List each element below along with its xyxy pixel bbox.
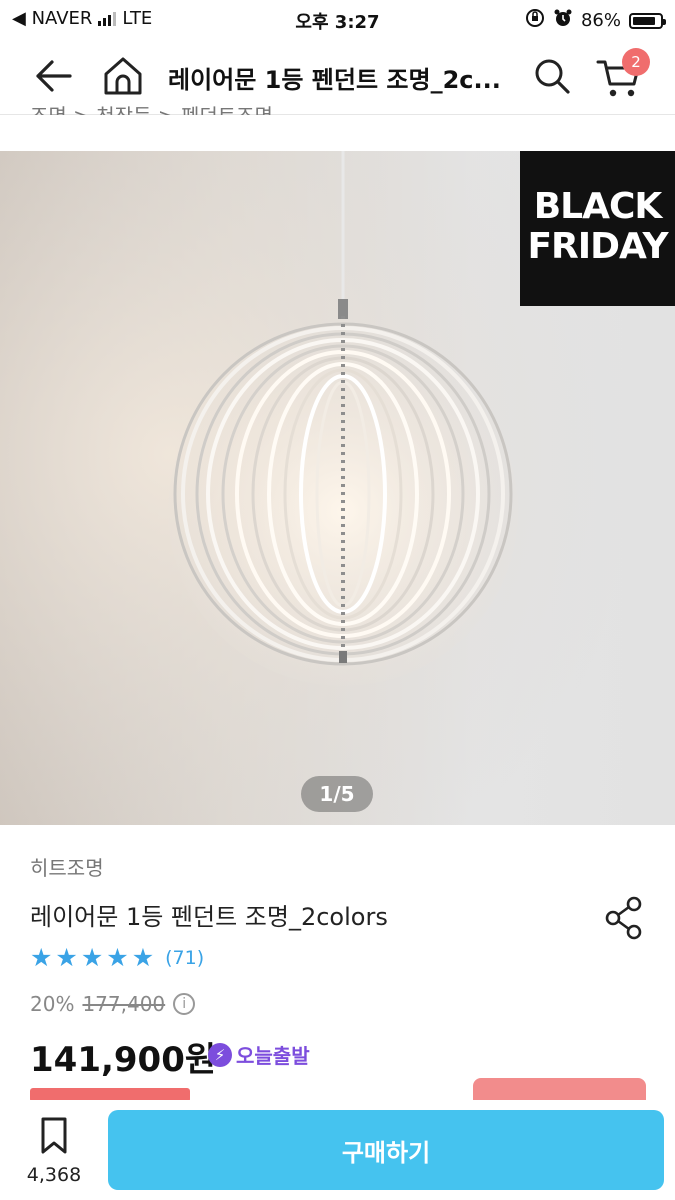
badge-line-1: BLACK (533, 186, 663, 227)
breadcrumb-mask (0, 115, 675, 151)
battery-icon (629, 12, 666, 29)
today-shipping-label: 오늘출발 (236, 1044, 310, 1068)
badge-line-2: FRIDAY (527, 226, 668, 267)
share-icon[interactable] (604, 896, 646, 940)
cart-count-badge: 2 (622, 48, 650, 76)
bookmark-icon (41, 1117, 67, 1154)
page-title: 레이어문 1등 펜던트 조명_2c... (168, 66, 501, 94)
bookmark-button[interactable]: 4,368 (20, 1114, 88, 1190)
original-price: 177,400 (82, 992, 166, 1016)
discount-line: 20% 177,400 i (30, 992, 196, 1016)
back-arrow-icon[interactable] (30, 56, 78, 96)
lightning-icon: ⚡ (208, 1042, 232, 1067)
rating[interactable]: ★ ★ ★ ★ ★ (71) (30, 945, 204, 971)
alarm-icon (553, 8, 573, 33)
product-image-carousel[interactable]: BLACK FRIDAY 1/5 (0, 151, 675, 825)
coupon-price-peek (30, 1086, 200, 1100)
info-icon[interactable]: i (173, 993, 196, 1015)
star-icon: ★ (106, 943, 129, 972)
product-name: 레이어문 1등 펜던트 조명_2colors (30, 903, 388, 931)
review-count[interactable]: (71) (165, 947, 204, 969)
home-icon[interactable] (100, 54, 146, 98)
brand-name[interactable]: 히트조명 (30, 852, 104, 881)
rotation-lock-icon (525, 8, 545, 33)
sale-price: 141,900원 (30, 1040, 217, 1080)
image-pager: 1/5 (301, 776, 373, 812)
star-icon: ★ (55, 943, 78, 972)
discount-rate: 20% (30, 992, 75, 1016)
status-bar: ◀ NAVER LTE 오후 3:27 86% (0, 0, 675, 38)
star-icon: ★ (30, 943, 53, 972)
buy-button[interactable]: 구매하기 (108, 1110, 664, 1190)
coupon-button-peek[interactable] (473, 1078, 646, 1102)
search-icon[interactable] (530, 54, 574, 98)
bookmark-count: 4,368 (26, 1164, 82, 1186)
black-friday-badge: BLACK FRIDAY (520, 151, 675, 306)
star-icon: ★ (131, 943, 155, 972)
bottom-bar: 4,368 구매하기 (0, 1100, 675, 1200)
today-shipping-tag: ⚡ 오늘출발 (208, 1040, 310, 1069)
battery-percent: 86% (580, 10, 621, 31)
star-icon: ★ (80, 943, 104, 972)
